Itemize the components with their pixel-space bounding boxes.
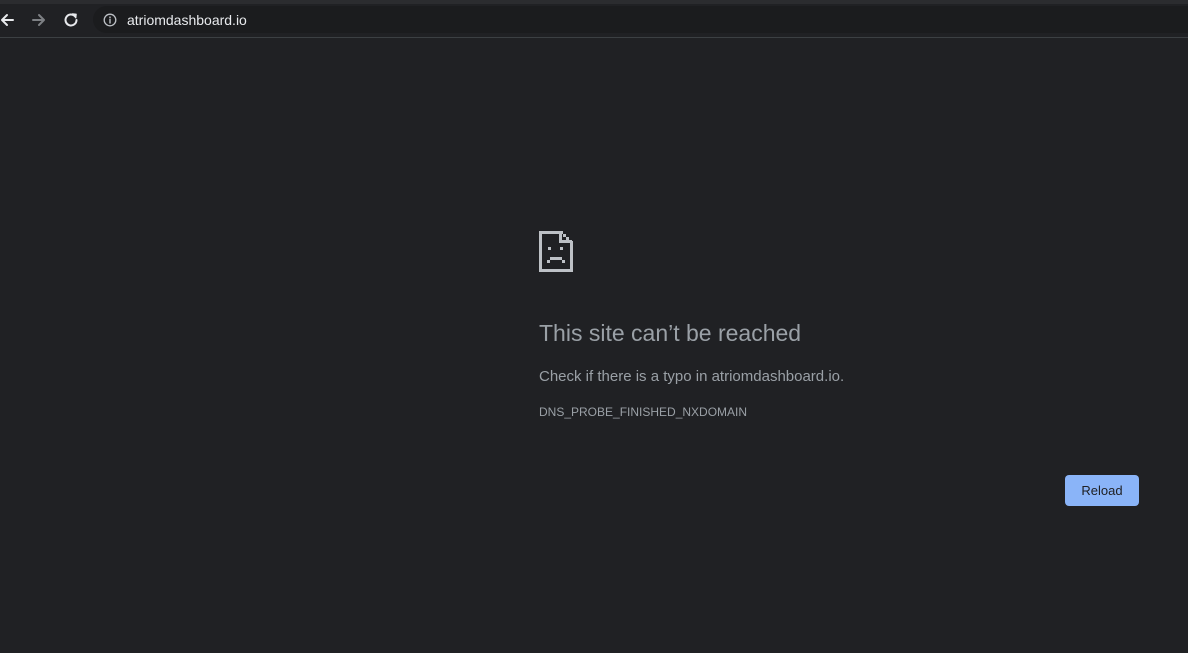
arrow-left-icon — [1, 14, 14, 26]
error-description: Check if there is a typo in atriomdashbo… — [539, 368, 845, 385]
url-text[interactable]: atriomdashboard.io — [127, 12, 247, 28]
reload-nav-button[interactable] — [60, 9, 82, 31]
arrow-right-icon — [32, 14, 45, 26]
address-bar[interactable]: atriomdashboard.io — [93, 6, 1188, 33]
forward-button[interactable] — [28, 9, 50, 31]
tab-strip — [0, 0, 1188, 4]
sad-page-icon — [539, 231, 573, 272]
info-icon[interactable] — [103, 13, 117, 27]
browser-toolbar: atriomdashboard.io — [0, 0, 1188, 38]
back-button[interactable] — [0, 9, 18, 31]
reload-icon — [64, 13, 78, 27]
error-code: DNS_PROBE_FINISHED_NXDOMAIN — [539, 405, 748, 419]
reload-button[interactable]: Reload — [1065, 475, 1139, 506]
error-title: This site can’t be reached — [539, 320, 802, 346]
